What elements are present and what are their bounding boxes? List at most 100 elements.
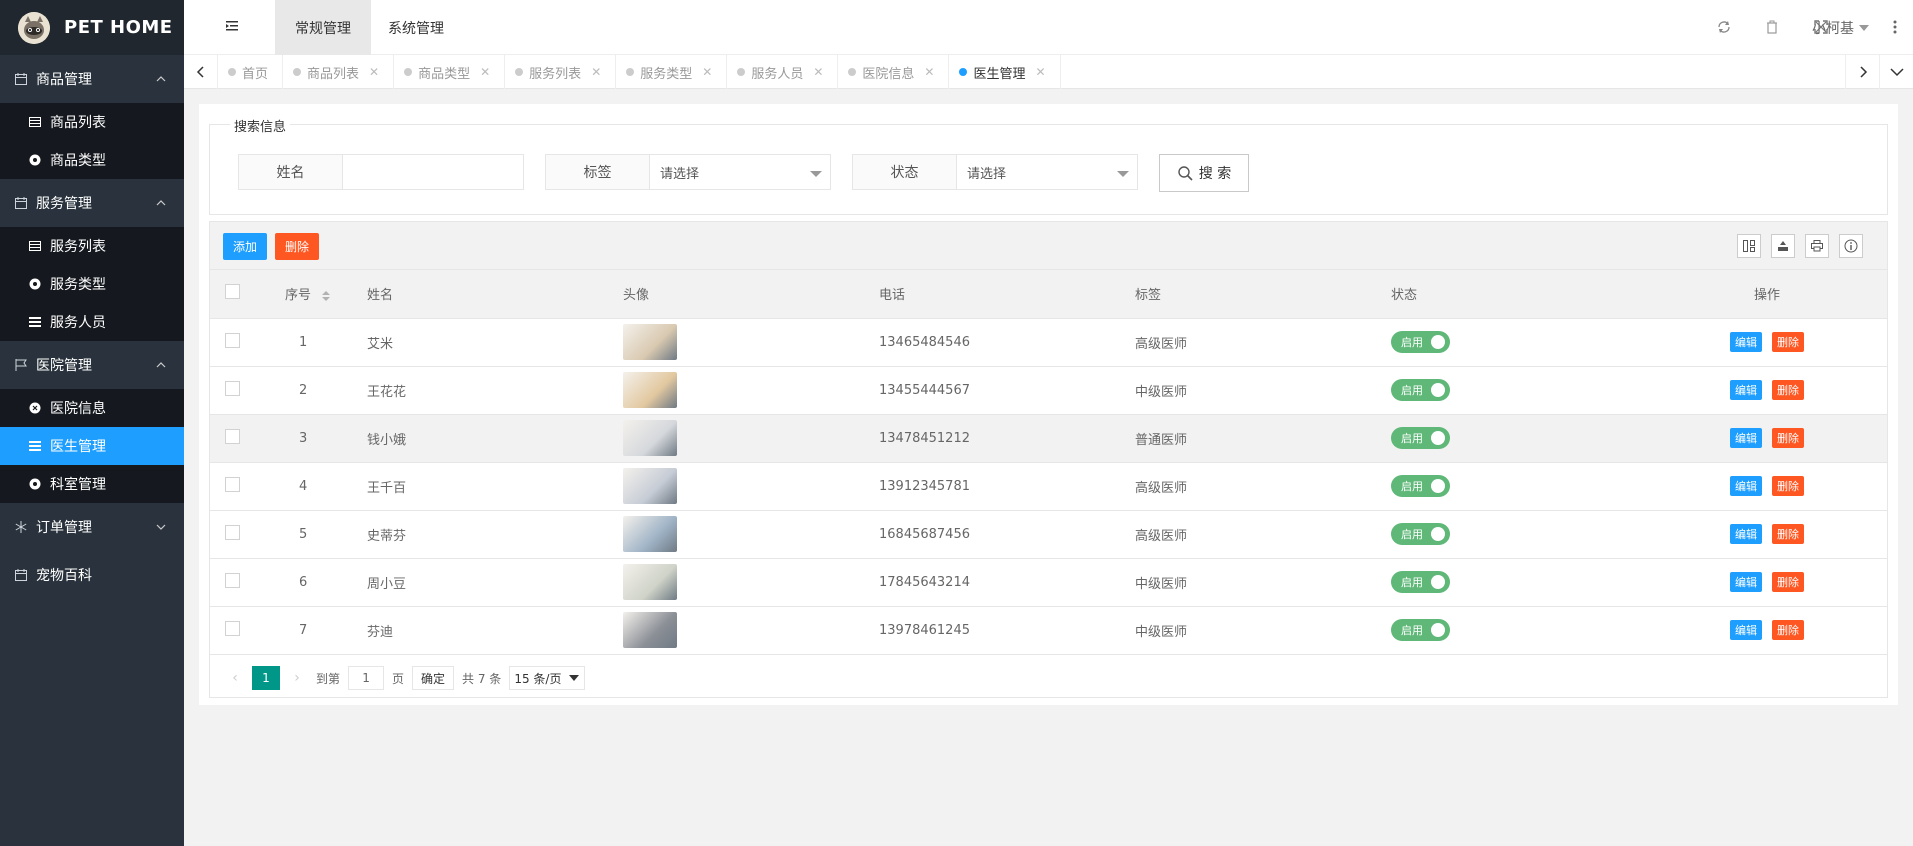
edit-button[interactable]: 编辑	[1730, 380, 1762, 400]
tabs-scroll-right-button[interactable]	[1845, 55, 1879, 89]
page-tab-hospital-info[interactable]: 医院信息 ✕	[838, 55, 950, 89]
status-switch[interactable]: 启用	[1391, 571, 1450, 593]
row-status-cell: 启用	[1391, 462, 1647, 511]
sort-icon[interactable]	[321, 290, 331, 302]
refresh-icon[interactable]	[1716, 19, 1732, 35]
doctor-avatar-image[interactable]	[623, 372, 677, 408]
page-size-select[interactable]: 15 条/页	[509, 666, 586, 690]
tab-system-management[interactable]: 系统管理	[368, 0, 464, 55]
sidebar-item-service-staff[interactable]: 服务人员	[0, 303, 184, 341]
doctor-avatar-image[interactable]	[623, 468, 677, 504]
menu-group-goods[interactable]: 商品管理	[0, 55, 184, 103]
prev-page-icon[interactable]: ‹	[224, 670, 246, 686]
select-all-checkbox[interactable]	[225, 284, 240, 300]
menu-group-hospital[interactable]: 医院管理	[0, 341, 184, 389]
export-icon[interactable]	[1771, 234, 1795, 258]
goto-page-input[interactable]: 1	[348, 666, 385, 690]
close-icon[interactable]: ✕	[480, 65, 490, 79]
trash-icon[interactable]	[1764, 19, 1780, 35]
delete-button[interactable]: 删除	[1772, 620, 1804, 640]
goto-confirm-button[interactable]: 确定	[412, 666, 455, 690]
close-icon[interactable]: ✕	[702, 65, 712, 79]
row-checkbox[interactable]	[225, 524, 240, 540]
batch-delete-button[interactable]: 删除	[275, 233, 320, 260]
menu-group-service[interactable]: 服务管理	[0, 179, 184, 227]
status-switch[interactable]: 启用	[1391, 379, 1450, 401]
row-checkbox[interactable]	[225, 332, 240, 348]
print-icon[interactable]	[1805, 234, 1829, 258]
sidebar-item-service-list[interactable]: 服务列表	[0, 227, 184, 265]
page-tab-doctor-management[interactable]: 医生管理 ✕	[949, 55, 1061, 89]
doctor-avatar-image[interactable]	[623, 612, 677, 648]
sidebar-item-department[interactable]: 科室管理	[0, 465, 184, 503]
delete-button[interactable]: 删除	[1772, 428, 1804, 448]
status-switch[interactable]: 启用	[1391, 331, 1450, 353]
tag-select[interactable]: 请选择	[650, 154, 831, 190]
delete-button[interactable]: 删除	[1772, 572, 1804, 592]
page-tab-service-staff[interactable]: 服务人员 ✕	[727, 55, 839, 89]
row-status-cell: 启用	[1391, 606, 1647, 655]
edit-button[interactable]: 编辑	[1730, 476, 1762, 496]
status-switch[interactable]: 启用	[1391, 523, 1450, 545]
sidebar-item-service-type[interactable]: 服务类型	[0, 265, 184, 303]
delete-button[interactable]: 删除	[1772, 476, 1804, 496]
column-filter-icon[interactable]	[1737, 234, 1761, 258]
next-page-icon[interactable]: ›	[286, 670, 308, 686]
row-checkbox[interactable]	[225, 620, 240, 636]
tabs-menu-button[interactable]	[1879, 55, 1913, 89]
edit-button[interactable]: 编辑	[1730, 620, 1762, 640]
page-tab-service-type[interactable]: 服务类型 ✕	[616, 55, 728, 89]
more-vertical-icon[interactable]	[1893, 20, 1897, 34]
edit-button[interactable]: 编辑	[1730, 428, 1762, 448]
sidebar-item-label: 科室管理	[50, 477, 106, 493]
doctor-avatar-image[interactable]	[623, 516, 677, 552]
doctor-avatar-image[interactable]	[623, 324, 677, 360]
row-checkbox[interactable]	[225, 428, 240, 444]
tab-general-management[interactable]: 常规管理	[275, 0, 371, 55]
close-icon[interactable]: ✕	[1036, 65, 1046, 79]
page-tab-goods-list[interactable]: 商品列表 ✕	[283, 55, 395, 89]
menu-toggle-icon[interactable]	[224, 18, 240, 34]
row-checkbox[interactable]	[225, 476, 240, 492]
menu-group-orders[interactable]: 订单管理	[0, 503, 184, 551]
header-index-label: 序号	[285, 288, 312, 304]
header-ops: 操作	[1647, 270, 1887, 319]
sidebar-item-goods-type[interactable]: 商品类型	[0, 141, 184, 179]
page-tab-service-list[interactable]: 服务列表 ✕	[505, 55, 617, 89]
info-icon[interactable]	[1839, 234, 1863, 258]
row-checkbox[interactable]	[225, 380, 240, 396]
delete-button[interactable]: 删除	[1772, 332, 1804, 352]
user-menu[interactable]: 小柯基	[1812, 18, 1869, 38]
logo[interactable]: PET HOME	[0, 0, 184, 55]
tabs-scroll-left-button[interactable]	[184, 55, 218, 89]
row-checkbox[interactable]	[225, 572, 240, 588]
page-tab-goods-type[interactable]: 商品类型 ✕	[394, 55, 506, 89]
search-button[interactable]: 搜 索	[1159, 154, 1249, 192]
status-select[interactable]: 请选择	[957, 154, 1138, 190]
sidebar-item-hospital-info[interactable]: 医院信息	[0, 389, 184, 427]
menu-group-pet-wiki[interactable]: 宠物百科	[0, 551, 184, 599]
doctor-avatar-image[interactable]	[623, 564, 677, 600]
edit-button[interactable]: 编辑	[1730, 524, 1762, 544]
delete-button[interactable]: 删除	[1772, 524, 1804, 544]
name-input[interactable]	[343, 154, 524, 190]
status-switch[interactable]: 启用	[1391, 619, 1450, 641]
header-index[interactable]: 序号	[285, 270, 367, 319]
edit-button[interactable]: 编辑	[1730, 332, 1762, 352]
sidebar-item-doctor-management[interactable]: 医生管理	[0, 427, 184, 465]
close-icon[interactable]: ✕	[591, 65, 601, 79]
delete-button[interactable]: 删除	[1772, 380, 1804, 400]
chevron-right-icon	[1859, 66, 1867, 78]
status-switch[interactable]: 启用	[1391, 475, 1450, 497]
close-icon[interactable]: ✕	[813, 65, 823, 79]
close-icon[interactable]: ✕	[924, 65, 934, 79]
status-switch[interactable]: 启用	[1391, 427, 1450, 449]
edit-button[interactable]: 编辑	[1730, 572, 1762, 592]
page-tab-home[interactable]: 首页	[218, 55, 284, 89]
sidebar-item-goods-list[interactable]: 商品列表	[0, 103, 184, 141]
page-1-button[interactable]: 1	[252, 666, 280, 690]
doctor-avatar-image[interactable]	[623, 420, 677, 456]
header-phone: 电话	[879, 270, 1135, 319]
close-icon[interactable]: ✕	[369, 65, 379, 79]
add-button[interactable]: 添加	[223, 233, 268, 260]
